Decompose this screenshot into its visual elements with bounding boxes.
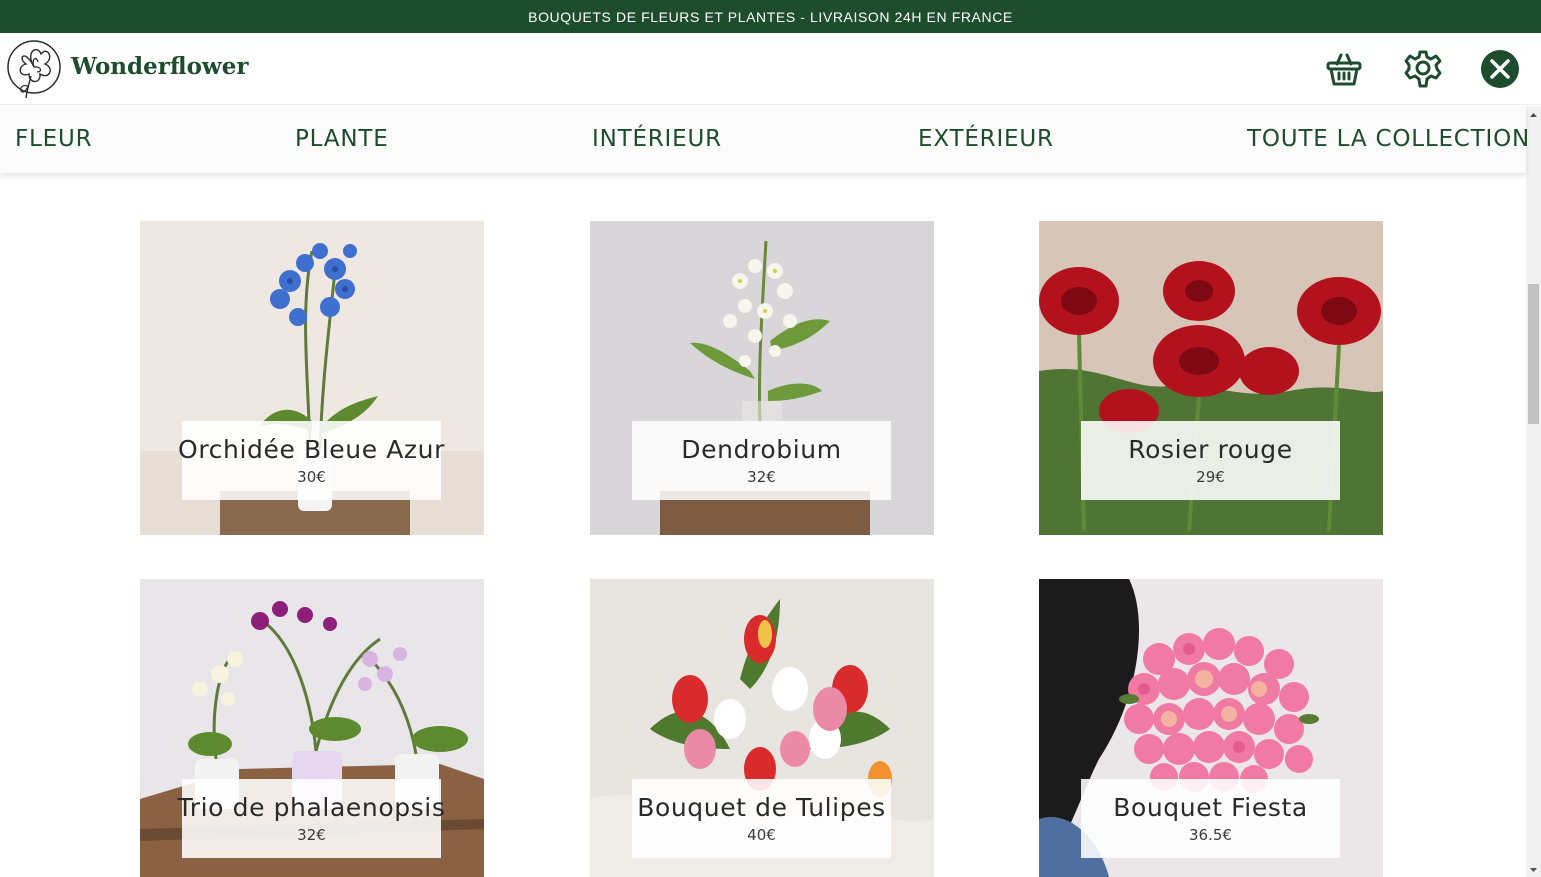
flower-logo[interactable] [7,38,63,100]
promo-banner: BOUQUETS DE FLEURS ET PLANTES - LIVRAISO… [0,0,1541,33]
product-price: 40€ [747,826,776,844]
product-price: 32€ [297,826,326,844]
promo-text: BOUQUETS DE FLEURS ET PLANTES - LIVRAISO… [528,8,1013,25]
scrollbar-thumb[interactable] [1528,284,1539,424]
product-price: 36.5€ [1189,826,1232,844]
product-name[interactable]: Bouquet Fiesta [1113,793,1308,822]
product-card[interactable]: Bouquet Fiesta 36.5€ [1039,579,1383,877]
scroll-down-arrow-icon[interactable] [1526,865,1541,875]
category-nav: FLEUR PLANTE INTÉRIEUR EXTÉRIEUR TOUTE L… [0,106,1529,173]
close-button[interactable] [1478,47,1522,91]
nav-item-collection[interactable]: TOUTE LA COLLECTION [1247,126,1530,152]
product-caption: Bouquet Fiesta 36.5€ [1081,779,1340,858]
product-card[interactable]: Rosier rouge 29€ [1039,221,1383,535]
product-name[interactable]: Dendrobium [681,435,841,464]
settings-button[interactable] [1401,47,1445,91]
nav-item-plante[interactable]: PLANTE [295,126,389,152]
product-name[interactable]: Orchidée Bleue Azur [178,435,445,464]
nav-item-interieur[interactable]: INTÉRIEUR [592,126,722,152]
brand-name[interactable]: Wonderflower [71,53,248,80]
scroll-up-arrow-icon[interactable] [1526,110,1541,120]
product-name[interactable]: Rosier rouge [1128,435,1292,464]
product-card[interactable]: Orchidée Bleue Azur 30€ [140,221,484,535]
product-price: 29€ [1196,468,1225,486]
product-caption: Dendrobium 32€ [632,421,891,500]
close-icon [1481,50,1519,88]
product-price: 32€ [747,468,776,486]
nav-item-fleur[interactable]: FLEUR [15,126,92,152]
product-caption: Trio de phalaenopsis 32€ [178,779,445,858]
product-price: 30€ [297,468,326,486]
product-name[interactable]: Trio de phalaenopsis [178,793,446,822]
page-scrollbar[interactable] [1526,106,1541,877]
product-card[interactable]: Trio de phalaenopsis 32€ [140,579,484,877]
product-caption: Bouquet de Tulipes 40€ [632,779,891,858]
nav-item-exterieur[interactable]: EXTÉRIEUR [918,126,1054,152]
product-name[interactable]: Bouquet de Tulipes [637,793,886,822]
basket-icon [1326,53,1362,86]
product-card[interactable]: Dendrobium 32€ [590,221,934,535]
basket-button[interactable] [1322,47,1366,91]
gear-icon [1404,50,1442,88]
product-caption: Rosier rouge 29€ [1081,421,1340,500]
product-card[interactable]: Bouquet de Tulipes 40€ [590,579,934,877]
product-caption: Orchidée Bleue Azur 30€ [178,421,444,500]
site-header: Wonderflower [0,33,1541,105]
